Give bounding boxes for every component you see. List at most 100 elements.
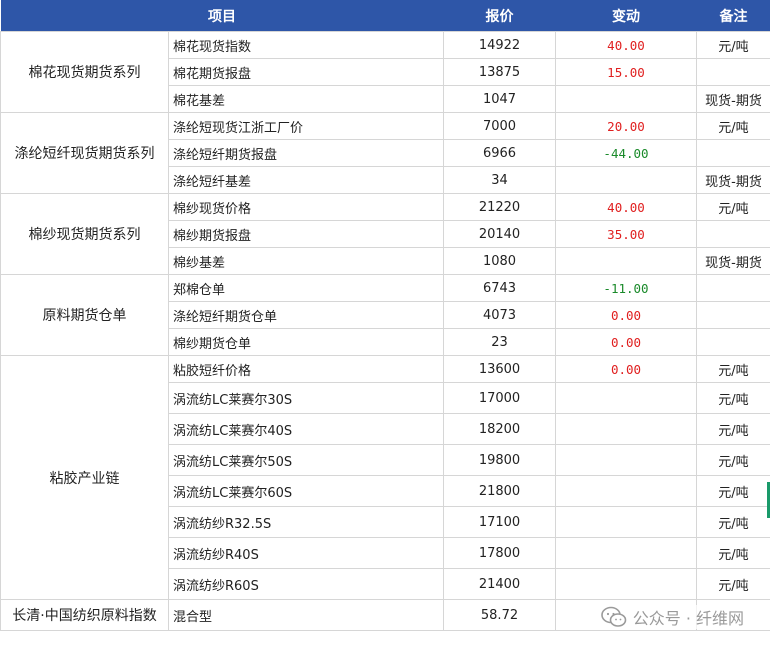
change-value: -11.00 [555, 274, 697, 302]
item-name: 涤纶短纤期货仓单 [168, 301, 444, 329]
note-value: 元/吨 [696, 413, 770, 445]
price-table: 项目 报价 变动 备注 棉花现货期货系列 棉花现货指数 14922 40.00 元/吨棉… [0, 0, 770, 631]
price-value: 1080 [443, 247, 556, 275]
price-value: 4073 [443, 301, 556, 329]
change-value: 40.00 [555, 193, 697, 221]
index-name: 长清·中国纺织原料指数 [0, 599, 169, 631]
watermark: 公众号 · 纤维网 [596, 605, 748, 629]
table-row: 棉花现货期货系列 棉花现货指数 14922 40.00 元/吨 [0, 31, 770, 113]
header-change: 变动 [555, 0, 697, 32]
change-value [555, 247, 697, 275]
price-value: 21800 [443, 475, 556, 507]
change-value: 15.00 [555, 58, 697, 86]
item-name: 棉花基差 [168, 85, 444, 113]
change-value [555, 506, 697, 538]
item-name: 涡流纺LC莱赛尔60S [168, 475, 444, 507]
item-name: 棉纱期货仓单 [168, 328, 444, 356]
group-name: 棉纱现货期货系列 [0, 193, 169, 275]
note-value [696, 139, 770, 167]
price-value: 21220 [443, 193, 556, 221]
item-name: 棉纱现货价格 [168, 193, 444, 221]
price-value: 34 [443, 166, 556, 194]
item-name: 涡流纺纱R60S [168, 568, 444, 600]
change-value: -44.00 [555, 139, 697, 167]
price-value: 13875 [443, 58, 556, 86]
group-name: 棉花现货期货系列 [0, 31, 169, 113]
change-value [555, 166, 697, 194]
note-value: 现货-期货 [696, 166, 770, 194]
header-note: 备注 [696, 0, 770, 32]
table-row: 粘胶产业链 粘胶短纤价格 13600 0.00 元/吨 [0, 355, 770, 600]
item-name: 郑棉仓单 [168, 274, 444, 302]
note-value: 元/吨 [696, 382, 770, 414]
change-value: 35.00 [555, 220, 697, 248]
index-type: 混合型 [168, 599, 444, 631]
price-value: 13600 [443, 355, 556, 383]
note-value: 元/吨 [696, 475, 770, 507]
table-row: 涤纶短纤现货期货系列 涤纶短现货江浙工厂价 7000 20.00 元/吨 [0, 112, 770, 194]
note-value: 元/吨 [696, 444, 770, 476]
note-value [696, 220, 770, 248]
change-value [555, 444, 697, 476]
group-name: 粘胶产业链 [0, 355, 169, 600]
change-value [555, 413, 697, 445]
item-name: 涤纶短纤基差 [168, 166, 444, 194]
note-value: 现货-期货 [696, 85, 770, 113]
note-value [696, 301, 770, 329]
item-name: 粘胶短纤价格 [168, 355, 444, 383]
note-value: 元/吨 [696, 506, 770, 538]
price-value: 17800 [443, 537, 556, 569]
change-value: 40.00 [555, 31, 697, 59]
item-name: 棉花现货指数 [168, 31, 444, 59]
note-value: 元/吨 [696, 112, 770, 140]
price-value: 17100 [443, 506, 556, 538]
item-name: 涡流纺LC莱赛尔30S [168, 382, 444, 414]
price-value: 19800 [443, 444, 556, 476]
change-value [555, 475, 697, 507]
price-value: 6743 [443, 274, 556, 302]
change-value [555, 382, 697, 414]
price-value: 1047 [443, 85, 556, 113]
header-item: 项目 [0, 0, 444, 32]
change-value: 0.00 [555, 355, 697, 383]
header-price: 报价 [443, 0, 556, 32]
index-value: 58.72 [443, 599, 556, 631]
item-name: 涤纶短现货江浙工厂价 [168, 112, 444, 140]
note-value: 元/吨 [696, 568, 770, 600]
item-name: 棉纱基差 [168, 247, 444, 275]
note-value: 元/吨 [696, 193, 770, 221]
item-name: 涡流纺LC莱赛尔40S [168, 413, 444, 445]
note-value: 元/吨 [696, 355, 770, 383]
item-name: 棉纱期货报盘 [168, 220, 444, 248]
change-value [555, 85, 697, 113]
price-value: 23 [443, 328, 556, 356]
group-name: 原料期货仓单 [0, 274, 169, 356]
change-value: 0.00 [555, 328, 697, 356]
note-value: 元/吨 [696, 537, 770, 569]
change-value: 0.00 [555, 301, 697, 329]
change-value [555, 568, 697, 600]
table-header-row: 项目 报价 变动 备注 [0, 0, 770, 32]
table-row: 棉纱现货期货系列 棉纱现货价格 21220 40.00 元/吨 [0, 193, 770, 275]
wechat-icon [600, 606, 627, 627]
note-value [696, 274, 770, 302]
item-name: 涡流纺纱R32.5S [168, 506, 444, 538]
item-name: 棉花期货报盘 [168, 58, 444, 86]
price-value: 21400 [443, 568, 556, 600]
note-value [696, 58, 770, 86]
watermark-text: 公众号 · 纤维网 [632, 609, 744, 628]
change-value [555, 537, 697, 569]
note-value: 现货-期货 [696, 247, 770, 275]
item-name: 涤纶短纤期货报盘 [168, 139, 444, 167]
item-name: 涡流纺LC莱赛尔50S [168, 444, 444, 476]
item-name: 涡流纺纱R40S [168, 537, 444, 569]
price-value: 6966 [443, 139, 556, 167]
price-value: 7000 [443, 112, 556, 140]
price-value: 20140 [443, 220, 556, 248]
note-value: 元/吨 [696, 31, 770, 59]
table-body: 棉花现货期货系列 棉花现货指数 14922 40.00 元/吨 棉花期货报盘 13875 15… [0, 31, 770, 631]
price-value: 18200 [443, 413, 556, 445]
price-value: 17000 [443, 382, 556, 414]
group-name: 涤纶短纤现货期货系列 [0, 112, 169, 194]
change-value: 20.00 [555, 112, 697, 140]
